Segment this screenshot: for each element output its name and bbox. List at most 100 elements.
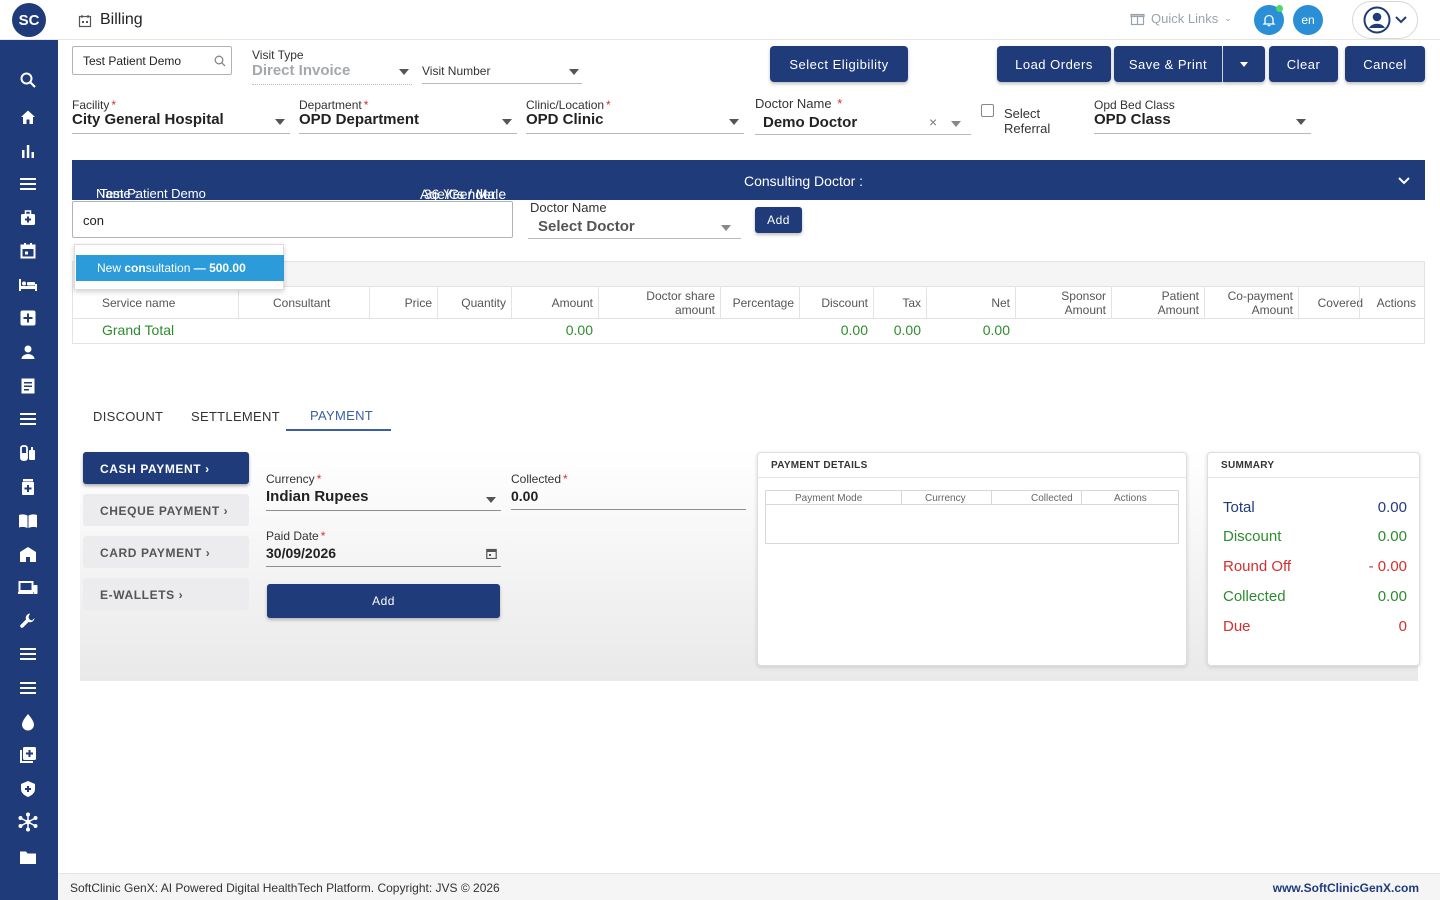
sidebar-item-calendar[interactable] — [17, 240, 39, 262]
e-wallets-button[interactable]: E-WALLETS › — [83, 578, 249, 610]
currency-select[interactable]: Indian Rupees — [266, 488, 501, 512]
sidebar-item-list[interactable] — [17, 408, 39, 430]
sidebar — [0, 40, 58, 900]
sidebar-item-book[interactable] — [17, 510, 39, 532]
cancel-button[interactable]: Cancel — [1345, 46, 1425, 82]
col-covered: Covered — [1317, 296, 1363, 310]
folder-icon — [20, 851, 36, 864]
language-button[interactable]: en — [1293, 5, 1323, 35]
currency-value: Indian Rupees — [266, 488, 369, 505]
sidebar-item-home[interactable] — [17, 106, 39, 128]
sidebar-item-add-box[interactable] — [17, 744, 39, 766]
menu-icon — [20, 178, 36, 190]
bed-class-underline — [1094, 133, 1311, 134]
app-logo[interactable]: SC — [12, 3, 46, 37]
bed-class-value: OPD Class — [1094, 111, 1171, 128]
card-payment-button[interactable]: CARD PAYMENT › — [83, 536, 249, 568]
sidebar-item-blood-bank[interactable] — [17, 711, 39, 733]
grand-total-net: 0.00 — [982, 322, 1010, 338]
cash-payment-button[interactable]: CASH PAYMENT › — [83, 452, 249, 484]
add-service-button[interactable]: Add — [755, 207, 802, 233]
doctor-name-select[interactable]: Demo Doctor × — [755, 114, 971, 136]
sidebar-item-medicine-box[interactable] — [17, 476, 39, 498]
department-select[interactable]: OPD Department — [299, 111, 517, 135]
sidebar-item-folder[interactable] — [17, 846, 39, 868]
col-separator — [369, 287, 370, 318]
sidebar-item-analytics[interactable] — [17, 140, 39, 162]
tab-discount[interactable]: DISCOUNT — [93, 409, 163, 424]
sidebar-item-menu-3[interactable] — [17, 677, 39, 699]
document-icon — [21, 378, 35, 394]
chevron-down-icon — [486, 497, 496, 503]
clear-icon[interactable]: × — [929, 114, 937, 130]
col-separator — [511, 287, 512, 318]
service-search-input[interactable]: con — [72, 201, 513, 238]
col-quantity: Quantity — [461, 296, 506, 310]
calendar-icon[interactable] — [486, 548, 497, 559]
department-underline — [299, 133, 517, 134]
sidebar-item-search[interactable] — [17, 69, 39, 91]
sidebar-item-menu-2[interactable] — [17, 643, 39, 665]
suggestion-item[interactable]: New consultation — 500.00 — [76, 255, 284, 281]
col-separator — [1298, 287, 1299, 318]
save-print-dropdown[interactable] — [1223, 46, 1265, 82]
patient-search-input[interactable]: Test Patient Demo — [72, 46, 232, 75]
clinic-label: Clinic/Location * — [526, 98, 611, 112]
select-referral-checkbox[interactable] — [981, 104, 994, 117]
summary-round-off: Round Off - 0.00 — [1223, 558, 1407, 575]
quick-links-menu[interactable]: Quick Links ⌄ — [1130, 11, 1232, 26]
building-icon — [20, 547, 36, 562]
devices-icon — [18, 581, 38, 594]
sidebar-item-medical-plus[interactable] — [17, 307, 39, 329]
sidebar-item-person[interactable] — [17, 341, 39, 363]
sidebar-item-devices[interactable] — [17, 577, 39, 599]
service-doctor-select[interactable]: Select Doctor — [528, 218, 741, 240]
sidebar-item-hub[interactable] — [17, 811, 39, 833]
collected-input[interactable]: 0.00 — [511, 487, 746, 511]
sidebar-item-tools[interactable] — [17, 610, 39, 632]
grand-total-tax: 0.00 — [893, 322, 921, 338]
summary-title: SUMMARY — [1221, 460, 1275, 471]
select-eligibility-button[interactable]: Select Eligibility — [770, 46, 908, 82]
col-separator — [1015, 287, 1016, 318]
visit-number-select[interactable]: Visit Number — [422, 63, 582, 85]
top-bar: SC Billing Quick Links ⌄ en — [0, 0, 1440, 40]
bed-class-select[interactable]: OPD Class — [1094, 111, 1311, 135]
user-menu[interactable] — [1352, 1, 1418, 39]
add-payment-button[interactable]: Add — [267, 584, 500, 618]
sidebar-item-menu[interactable] — [17, 173, 39, 195]
sidebar-item-medical-bag[interactable] — [17, 207, 39, 229]
doctor-name-underline — [755, 134, 971, 135]
sidebar-item-document[interactable] — [17, 375, 39, 397]
clinic-select[interactable]: OPD Clinic — [526, 111, 744, 135]
active-tab-indicator — [286, 429, 391, 431]
chevron-down-icon — [502, 119, 512, 125]
tab-payment[interactable]: PAYMENT — [310, 408, 373, 423]
clear-button[interactable]: Clear — [1269, 46, 1338, 82]
paid-date-input[interactable]: 30/09/2026 — [266, 545, 501, 568]
tab-settlement[interactable]: SETTLEMENT — [191, 409, 280, 424]
load-orders-button[interactable]: Load Orders — [997, 46, 1111, 82]
sidebar-item-building[interactable] — [17, 543, 39, 565]
payment-details-card: PAYMENT DETAILS Payment Mode Currency Co… — [757, 452, 1187, 666]
facility-select[interactable]: City General Hospital — [72, 111, 290, 135]
footer-website-link[interactable]: www.SoftClinicGenX.com — [1273, 881, 1419, 895]
paid-date-value: 30/09/2026 — [266, 545, 337, 561]
add-box-icon — [20, 747, 36, 763]
col-actions: Actions — [1114, 493, 1147, 504]
chevron-down-icon[interactable] — [1398, 177, 1410, 185]
cheque-payment-button[interactable]: CHEQUE PAYMENT › — [83, 494, 249, 526]
sidebar-item-security[interactable] — [17, 778, 39, 800]
chevron-down-icon — [729, 119, 739, 125]
chevron-down-icon — [951, 121, 961, 127]
save-print-button[interactable]: Save & Print — [1114, 46, 1222, 82]
sidebar-item-bed[interactable] — [17, 274, 39, 296]
clinic-value: OPD Clinic — [526, 111, 604, 128]
sidebar-item-pharmacy[interactable] — [17, 442, 39, 464]
patient-banner[interactable]: Name : Test Patient Demo Age/Gender : 36… — [72, 160, 1425, 202]
header-separator — [766, 504, 1178, 505]
service-suggestions: New consultation — 500.00 — [74, 244, 284, 290]
pharmacy-icon — [20, 445, 35, 461]
visit-type-select[interactable]: Direct Invoice — [252, 61, 412, 87]
blood-drop-icon — [22, 714, 34, 731]
